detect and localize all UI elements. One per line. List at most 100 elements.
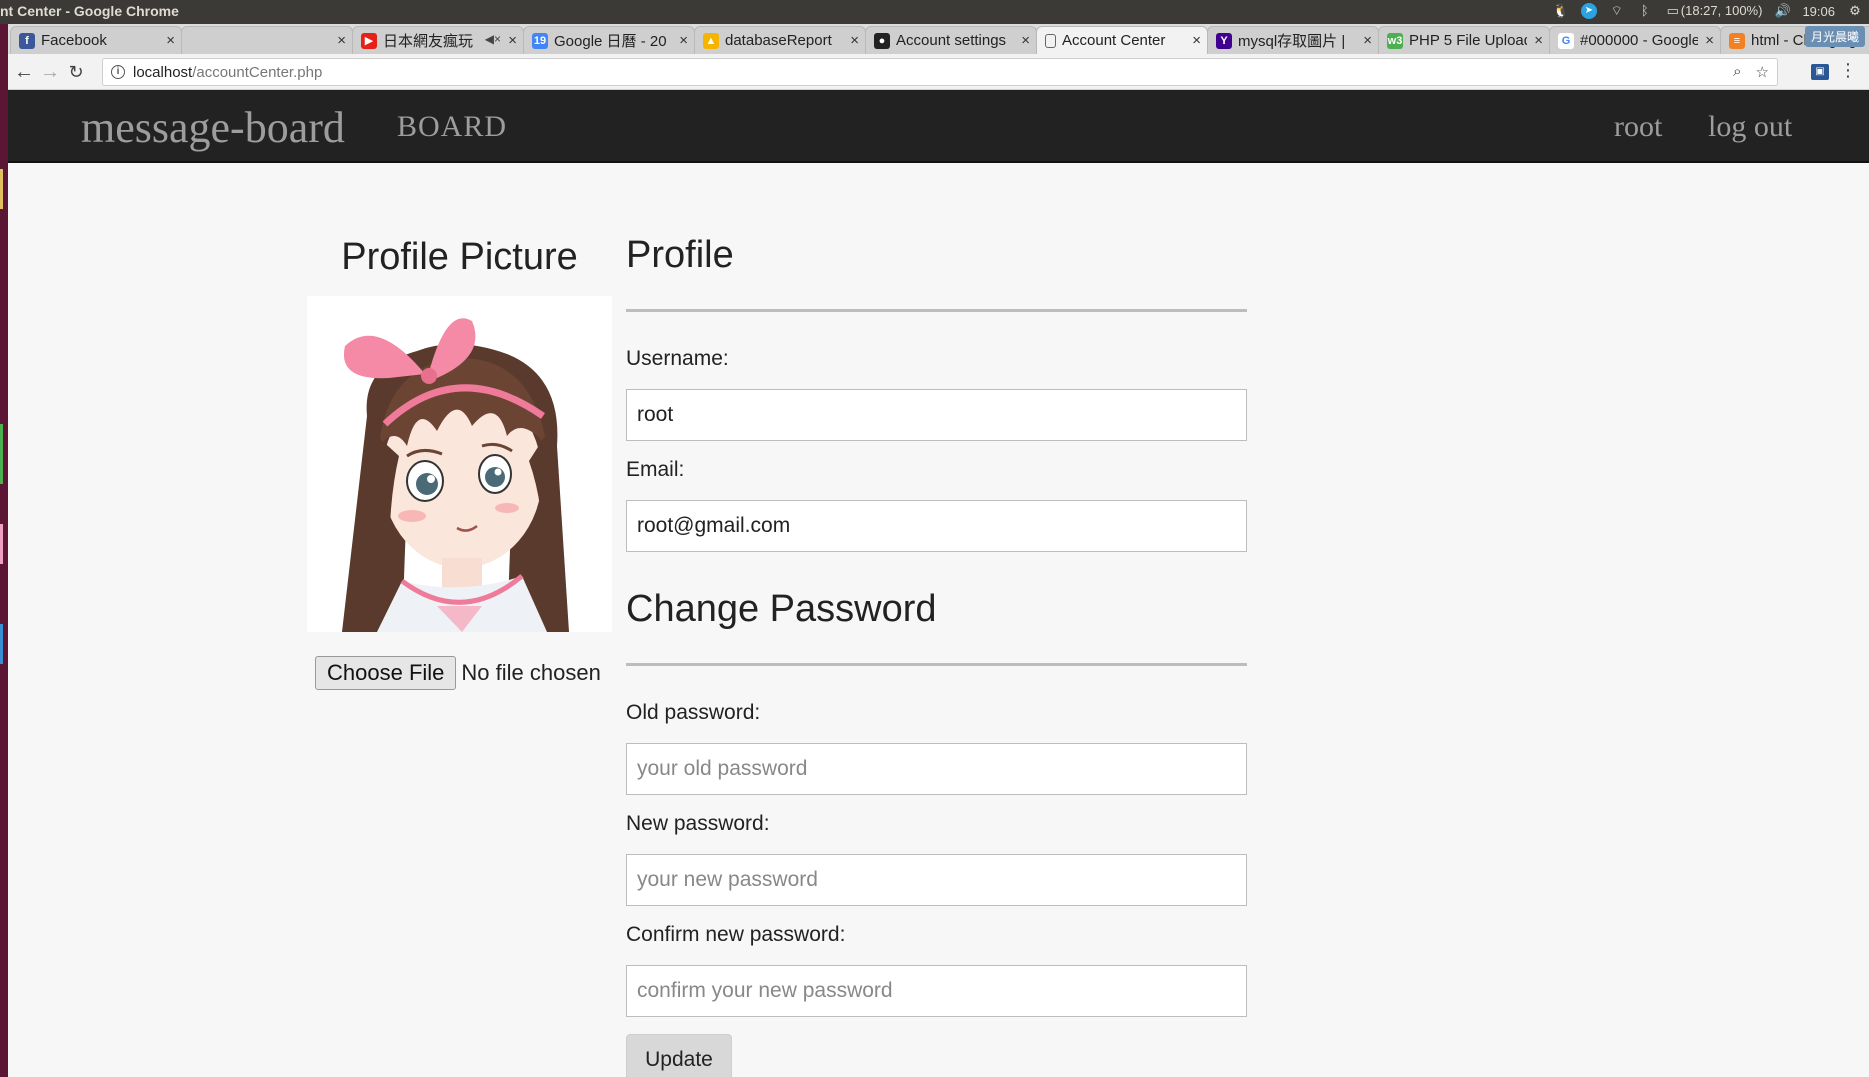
tab-label: databaseReport — [725, 32, 832, 49]
system-tray: 🐧 ➤ ⌔ ᛒ ▭ (18:27, 100%) 🔊 19:06 ⚙ — [1553, 3, 1863, 19]
reload-icon[interactable]: ↻ — [64, 60, 88, 84]
new-password-input[interactable] — [626, 854, 1247, 906]
window-title: nt Center - Google Chrome — [0, 3, 179, 19]
launcher-indicator — [0, 624, 3, 664]
mute-tab-icon[interactable]: ◀× — [485, 32, 501, 46]
close-tab-icon[interactable]: × — [1534, 32, 1543, 49]
close-tab-icon[interactable]: × — [1705, 32, 1714, 49]
nav-logout-link[interactable]: log out — [1708, 110, 1792, 144]
menu-icon[interactable]: ⋮ — [1839, 60, 1857, 81]
browser-toolbar: ← → ↻ i localhost/accountCenter.php ⌕ ☆ … — [8, 54, 1869, 90]
profile-picture-section: Profile Picture Choose File No file chos… — [307, 234, 612, 690]
wifi-icon[interactable]: ⌔ — [1609, 3, 1625, 19]
close-tab-icon[interactable]: × — [337, 32, 346, 49]
browser-tab[interactable]: Ymysql存取圖片 | × — [1207, 26, 1379, 54]
close-tab-icon[interactable]: × — [850, 32, 859, 49]
tab-label: 日本網友瘋玩 — [383, 33, 474, 50]
google-icon: G — [1558, 32, 1574, 49]
tab-label: Account settings — [896, 32, 1007, 49]
site-navbar: message-board BOARD root log out — [8, 90, 1869, 163]
address-bar[interactable]: i localhost/accountCenter.php ⌕ ☆ — [102, 58, 1778, 86]
facebook-icon: f — [19, 32, 35, 49]
browser-tab[interactable]: w3 PHP 5 File Upload × — [1378, 26, 1550, 54]
browser-tab[interactable]: f Facebook × — [10, 26, 182, 54]
browser-tab[interactable]: ▶ 日本網友瘋玩 ◀× × — [352, 26, 524, 54]
youtube-icon: ▶ — [361, 32, 377, 49]
change-password-heading: Change Password — [626, 588, 937, 630]
browser-tab[interactable]: ▲ databaseReport × — [694, 26, 866, 54]
email-label: Email: — [626, 458, 685, 481]
nav-user-link[interactable]: root — [1614, 110, 1662, 144]
github-icon: ● — [874, 32, 890, 49]
old-password-label: Old password: — [626, 701, 761, 724]
volume-icon[interactable]: 🔊 — [1774, 3, 1790, 19]
os-title-bar: nt Center - Google Chrome 🐧 ➤ ⌔ ᛒ ▭ (18:2… — [0, 0, 1869, 24]
telegram-icon[interactable]: ➤ — [1580, 3, 1597, 19]
profile-divider — [626, 309, 1247, 312]
profile-picture-title: Profile Picture — [341, 236, 578, 278]
tab-list: f Facebook × × ▶ 日本網友瘋玩 ◀× × 19 Google 日曆 - 20 × ▲ d… — [10, 26, 1869, 54]
penguin-icon[interactable]: 🐧 — [1553, 3, 1569, 19]
tab-label: mysql存取圖片 | — [1238, 33, 1346, 50]
tab-label: #000000 - Google — [1580, 32, 1698, 49]
profile-heading: Profile — [626, 234, 734, 276]
launcher-strip — [0, 24, 8, 1077]
close-tab-icon[interactable]: × — [1021, 32, 1030, 49]
w3schools-icon: w3 — [1387, 32, 1403, 49]
anime-girl-avatar-image — [342, 318, 569, 632]
profile-avatar — [307, 296, 612, 632]
confirm-password-label: Confirm new password: — [626, 923, 846, 946]
no-file-chosen-label: No file chosen — [461, 660, 601, 685]
url-path: /accountCenter.php — [192, 63, 323, 81]
update-button[interactable]: Update — [626, 1034, 732, 1077]
tab-label: PHP 5 File Upload — [1409, 32, 1527, 49]
site-brand[interactable]: message-board — [81, 102, 345, 153]
browser-tab[interactable]: ● Account settings × — [865, 26, 1037, 54]
close-tab-icon[interactable]: × — [508, 32, 517, 49]
close-tab-icon[interactable]: × — [166, 32, 175, 49]
tab-label: Facebook — [41, 32, 107, 49]
browser-tab[interactable]: Account Center × — [1036, 26, 1208, 54]
drive-icon: ▲ — [703, 32, 719, 49]
clock[interactable]: 19:06 — [1802, 4, 1835, 19]
new-password-label: New password: — [626, 812, 770, 835]
star-icon[interactable]: ☆ — [1756, 63, 1769, 81]
calendar-icon: 19 — [532, 32, 548, 49]
nav-board-link[interactable]: BOARD — [397, 110, 507, 144]
file-upload-row: Choose File No file chosen — [315, 656, 601, 690]
email-input[interactable] — [626, 500, 1247, 552]
url-host: localhost — [133, 63, 193, 81]
page-icon — [1045, 33, 1056, 48]
zoom-icon[interactable]: ⌕ — [1733, 63, 1741, 81]
bluetooth-icon[interactable]: ᛒ — [1637, 3, 1653, 19]
battery-indicator[interactable]: ▭ (18:27, 100%) — [1665, 3, 1763, 19]
battery-status: (18:27, 100%) — [1680, 3, 1763, 18]
close-tab-icon[interactable]: × — [1192, 32, 1201, 49]
tab-label: Account Center — [1062, 32, 1166, 49]
browser-tab[interactable]: 19 Google 日曆 - 20 × — [523, 26, 695, 54]
battery-icon: ▭ — [1666, 3, 1679, 18]
info-icon[interactable]: i — [111, 65, 125, 79]
extension-icon[interactable]: ▣ — [1811, 64, 1829, 80]
tab-label: Google 日曆 - 20 — [554, 33, 667, 50]
choose-file-button[interactable]: Choose File — [315, 656, 457, 690]
launcher-indicator — [0, 524, 3, 564]
gear-icon[interactable]: ⚙ — [1847, 3, 1863, 19]
close-tab-icon[interactable]: × — [679, 32, 688, 49]
close-tab-icon[interactable]: × — [1363, 32, 1372, 49]
username-input[interactable] — [626, 389, 1247, 441]
forward-icon[interactable]: → — [38, 60, 62, 84]
old-password-input[interactable] — [626, 743, 1247, 795]
launcher-indicator — [0, 169, 3, 209]
back-icon[interactable]: ← — [12, 60, 36, 84]
browser-tab[interactable]: G #000000 - Google × — [1549, 26, 1721, 54]
confirm-password-input[interactable] — [626, 965, 1247, 1017]
change-password-divider — [626, 663, 1247, 666]
browser-tab[interactable]: × — [181, 26, 353, 54]
yahoo-icon: Y — [1216, 32, 1232, 49]
profile-chip[interactable]: 月光晨曦 — [1804, 26, 1865, 47]
stackoverflow-icon: ≡ — [1729, 32, 1745, 49]
username-label: Username: — [626, 347, 729, 370]
launcher-indicator — [0, 424, 3, 484]
browser-window: f Facebook × × ▶ 日本網友瘋玩 ◀× × 19 Google 日曆 - 20 × ▲ d… — [8, 24, 1869, 1077]
